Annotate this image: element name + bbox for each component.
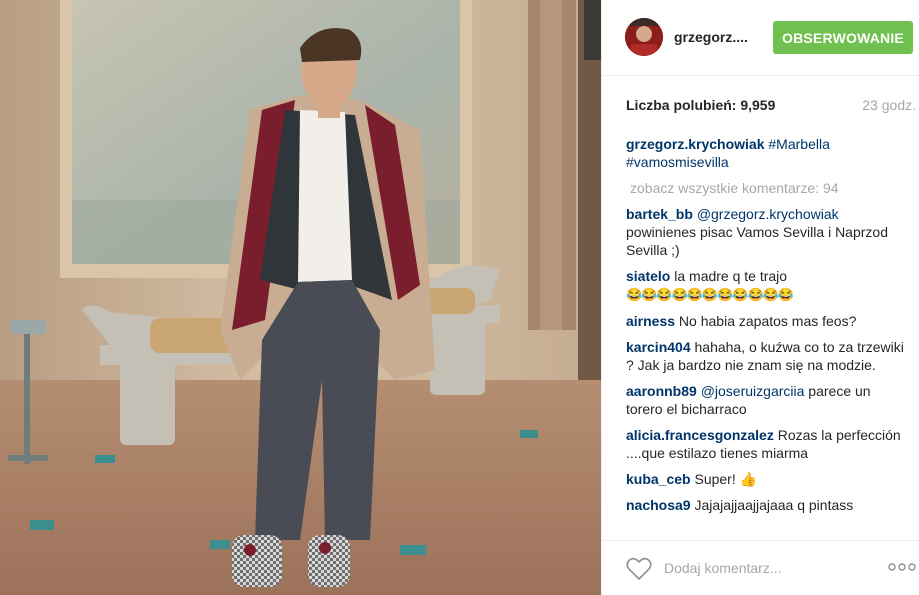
avatar[interactable] <box>625 18 663 56</box>
follow-button[interactable]: OBSERWOWANIE <box>773 21 913 54</box>
comment-user[interactable]: alicia.francesgonzalez <box>626 427 774 443</box>
comment-user[interactable]: karcin404 <box>626 339 691 355</box>
comment-user[interactable]: bartek_bb <box>626 206 693 222</box>
username-link[interactable]: grzegorz.... <box>674 29 748 45</box>
comment-item: kuba_ceb Super! 👍 <box>626 470 908 488</box>
comment-emoji: 😂😂😂😂😂😂😂😂😂😂😂 <box>626 287 794 302</box>
add-comment-input[interactable] <box>664 557 864 579</box>
comment-user[interactable]: aaronnb89 <box>626 383 697 399</box>
comment-user[interactable]: kuba_ceb <box>626 471 691 487</box>
comment-item: airness No habia zapatos mas feos? <box>626 312 908 330</box>
comments-list: grzegorz.krychowiak #Marbella #vamosmise… <box>626 135 908 535</box>
comment-item: alicia.francesgonzalez Rozas la perfecci… <box>626 426 908 462</box>
comment-bar <box>602 540 919 595</box>
comment-text: powinienes pisac Vamos Sevilla i Naprzod… <box>626 224 888 258</box>
mention-link[interactable]: @grzegorz.krychowiak <box>697 206 839 222</box>
post-sidebar: grzegorz.... OBSERWOWANIE Liczba polubie… <box>601 0 919 595</box>
likes-label: Liczba polubień: <box>626 97 741 113</box>
comment-user[interactable]: siatelo <box>626 268 670 284</box>
post-header: grzegorz.... OBSERWOWANIE <box>602 0 919 76</box>
comment-user[interactable]: nachosa9 <box>626 497 691 513</box>
photo-illustration <box>0 0 601 595</box>
comment-item: nachosa9 Jajajajjaajjajaaa q pintass <box>626 496 908 514</box>
likes-count[interactable]: 9,959 <box>740 97 775 113</box>
comment-text: la madre q te trajo <box>670 268 788 284</box>
heart-icon[interactable] <box>626 557 652 581</box>
comment-text: Super! 👍 <box>690 471 758 487</box>
comment-text: No habia zapatos mas feos? <box>675 313 857 329</box>
comment-item: aaronnb89 @joseruizgarciia parece un tor… <box>626 382 908 418</box>
view-all-comments[interactable]: zobacz wszystkie komentarze: 94 <box>630 179 908 197</box>
comment-item: karcin404 hahaha, o kuźwa co to za trzew… <box>626 338 908 374</box>
comment-item: siatelo la madre q te trajo 😂😂😂😂😂😂😂😂😂😂😂 <box>626 267 908 304</box>
comment-user[interactable]: grzegorz.krychowiak <box>626 136 765 152</box>
caption: grzegorz.krychowiak #Marbella #vamosmise… <box>626 135 908 171</box>
post-photo[interactable] <box>0 0 601 595</box>
post-time[interactable]: 23 godz. <box>862 97 916 113</box>
hashtag-link[interactable]: #Marbella <box>768 136 829 152</box>
mention-link[interactable]: @joseruizgarciia <box>701 383 805 399</box>
comment-item: bartek_bb @grzegorz.krychowiak powiniene… <box>626 205 908 259</box>
comment-text: Jajajajjaajjajaaa q pintass <box>690 497 854 513</box>
comment-user[interactable]: airness <box>626 313 675 329</box>
post-meta: Liczba polubień: 9,959 23 godz. <box>626 97 916 117</box>
hashtag-link[interactable]: #vamosmisevilla <box>626 154 729 170</box>
ellipsis-icon[interactable] <box>888 561 916 573</box>
